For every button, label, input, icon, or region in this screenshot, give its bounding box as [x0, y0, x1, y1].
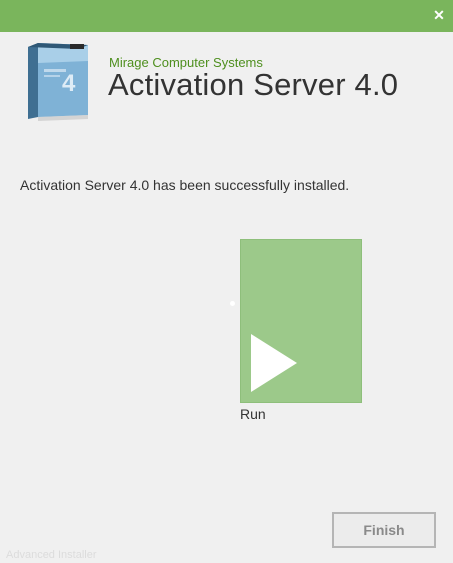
installer-watermark: Advanced Installer	[6, 549, 97, 561]
svg-text:4: 4	[62, 70, 76, 97]
play-icon	[251, 334, 297, 392]
product-box-icon: 4	[24, 41, 94, 121]
focus-dot	[230, 301, 235, 306]
close-button[interactable]: ✕	[431, 7, 447, 23]
finish-button[interactable]: Finish	[332, 512, 436, 548]
install-success-message: Activation Server 4.0 has been successfu…	[20, 177, 350, 193]
product-title: Activation Server 4.0	[108, 67, 399, 102]
installer-window: ✕ 4 Mirage Computer Systems Activation S…	[0, 0, 453, 563]
run-tile[interactable]	[240, 239, 362, 403]
run-label: Run	[240, 406, 266, 422]
close-icon: ✕	[433, 7, 445, 23]
title-bar: ✕	[0, 0, 453, 32]
